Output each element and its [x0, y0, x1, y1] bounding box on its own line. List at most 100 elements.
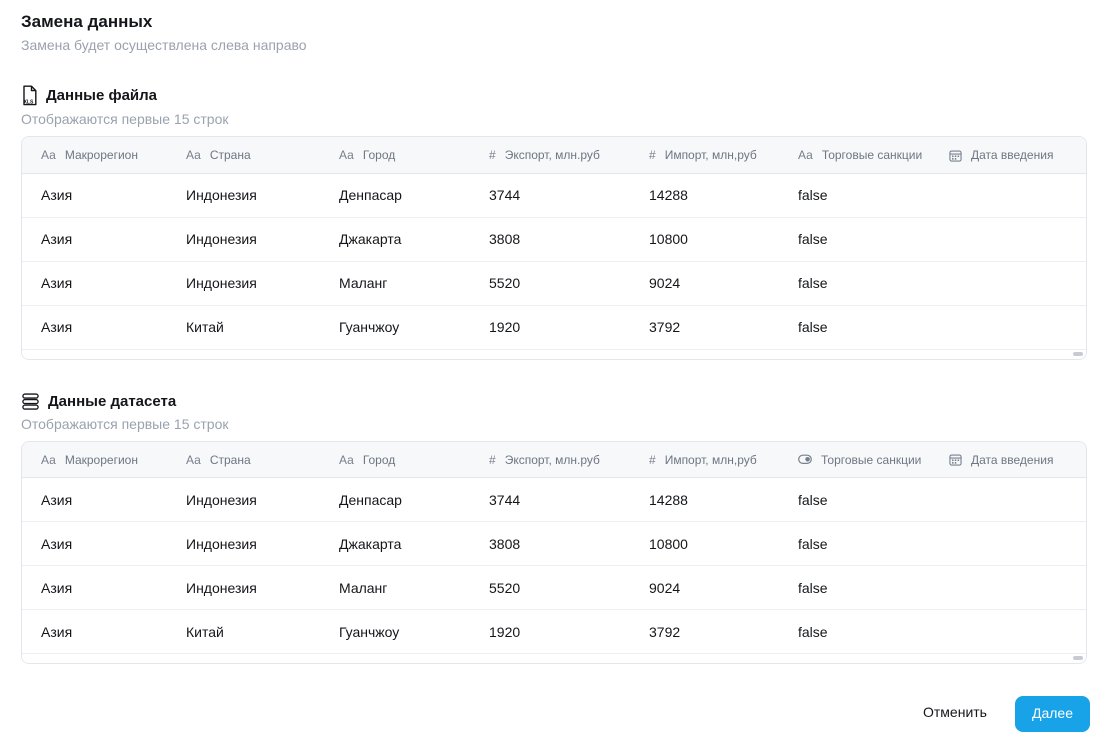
cancel-button[interactable]: Отменить	[921, 696, 989, 728]
column-header: Аа Макрорегион	[22, 137, 167, 173]
table-cell: Джакарта	[320, 217, 470, 261]
number-type-icon: #	[649, 453, 656, 467]
column-header-label: Экспорт, млн.руб	[505, 148, 600, 162]
table-header-row: Аа Макрорегион Аа Страна Аа Город # Экспорт, мл…	[22, 442, 1086, 478]
table-cell: Индонезия	[167, 566, 320, 610]
table-cell: Азия	[22, 217, 167, 261]
file-data-section: XLS Данные файла Отображаются первые 15 …	[21, 85, 1087, 360]
column-header-label: Макрорегион	[65, 148, 138, 162]
table-cell	[930, 305, 1086, 349]
text-type-icon: Аа	[41, 453, 56, 467]
section-title: Данные файла	[46, 87, 157, 104]
table-cell: 3792	[630, 305, 779, 349]
table-cell: 14288	[630, 478, 779, 522]
dataset-table-container: Аа Макрорегион Аа Страна Аа Город # Экспорт, мл…	[21, 441, 1087, 665]
table-row: АзияКитайГуанчжоу19203792false	[22, 305, 1086, 349]
table-cell: Индонезия	[167, 261, 320, 305]
dataset-icon	[21, 392, 40, 411]
table-cell: false	[779, 610, 930, 654]
text-type-icon: Аа	[186, 453, 201, 467]
table-scroll-area	[22, 654, 1086, 663]
table-cell: 5520	[470, 261, 630, 305]
table-cell: Китай	[167, 305, 320, 349]
table-cell: 9024	[630, 566, 779, 610]
table-row: АзияИндонезияДжакарта380810800false	[22, 522, 1086, 566]
column-header-label: Торговые санкции	[822, 148, 922, 162]
column-header: # Экспорт, млн.руб	[470, 137, 630, 173]
table-scroll-area	[22, 350, 1086, 359]
scrollbar-thumb[interactable]	[1073, 352, 1083, 356]
next-button[interactable]: Далее	[1015, 696, 1090, 732]
table-cell: Азия	[22, 261, 167, 305]
column-header: Аа Торговые санкции	[779, 137, 930, 173]
table-cell: Азия	[22, 478, 167, 522]
table-cell: 10800	[630, 217, 779, 261]
table-cell: false	[779, 478, 930, 522]
column-header-label: Торговые санкции	[821, 453, 921, 467]
table-cell: 9024	[630, 261, 779, 305]
table-cell: 3792	[630, 610, 779, 654]
table-cell: 14288	[630, 173, 779, 217]
table-cell: Гуанчжоу	[320, 305, 470, 349]
text-type-icon: Аа	[41, 148, 56, 162]
table-row: АзияИндонезияДжакарта380810800false	[22, 217, 1086, 261]
column-header-label: Импорт, млн,руб	[665, 453, 757, 467]
table-cell: Азия	[22, 173, 167, 217]
column-header: Дата введения	[930, 442, 1086, 478]
table-cell: Гуанчжоу	[320, 610, 470, 654]
table-cell: Азия	[22, 522, 167, 566]
replace-data-dialog: Замена данных Замена будет осуществлена …	[0, 0, 1117, 664]
text-type-icon: Аа	[798, 148, 813, 162]
table-cell: Индонезия	[167, 173, 320, 217]
table-row: АзияКитайГуанчжоу19203792false	[22, 610, 1086, 654]
section-subtitle: Отображаются первые 15 строк	[21, 416, 1087, 432]
text-type-icon: Аа	[339, 148, 354, 162]
number-type-icon: #	[489, 453, 496, 467]
column-header: АаСтрана	[167, 137, 320, 173]
column-header-label: Страна	[210, 148, 251, 162]
column-header-label: Страна	[210, 453, 251, 467]
table-cell	[930, 478, 1086, 522]
boolean-type-icon	[798, 454, 812, 465]
table-cell: Джакарта	[320, 522, 470, 566]
page-subtitle: Замена будет осуществлена слева направо	[21, 37, 1087, 53]
table-cell: Индонезия	[167, 217, 320, 261]
column-header: # Импорт, млн,руб	[630, 442, 779, 478]
text-type-icon: Аа	[339, 453, 354, 467]
calendar-icon	[949, 453, 962, 466]
table-cell: 3744	[470, 478, 630, 522]
table-cell	[930, 610, 1086, 654]
column-header: #Импорт, млн,руб	[630, 137, 779, 173]
table-row: АзияИндонезияДенпасар374414288false	[22, 173, 1086, 217]
table-cell: Маланг	[320, 261, 470, 305]
column-header: Аа Город	[320, 442, 470, 478]
table-cell: Азия	[22, 566, 167, 610]
table-cell	[930, 566, 1086, 610]
column-header-label: Город	[363, 453, 395, 467]
dialog-footer: Отменить Далее	[921, 696, 1090, 730]
dataset-data-section: Данные датасета Отображаются первые 15 с…	[21, 392, 1087, 665]
table-cell: false	[779, 305, 930, 349]
column-header-label: Макрорегион	[65, 453, 138, 467]
table-cell	[930, 217, 1086, 261]
scrollbar-thumb[interactable]	[1073, 656, 1083, 660]
xls-file-icon: XLS	[21, 85, 38, 106]
number-type-icon: #	[649, 148, 656, 162]
section-subtitle: Отображаются первые 15 строк	[21, 111, 1087, 127]
svg-text:XLS: XLS	[24, 99, 34, 105]
table-cell: false	[779, 261, 930, 305]
column-header-label: Экспорт, млн.руб	[505, 453, 600, 467]
table-cell	[930, 522, 1086, 566]
table-cell: Денпасар	[320, 478, 470, 522]
column-header: Торговые санкции	[779, 442, 930, 478]
column-header-label: Город	[363, 148, 395, 162]
number-type-icon: #	[489, 148, 496, 162]
table-row: АзияИндонезияМаланг55209024false	[22, 261, 1086, 305]
table-cell: false	[779, 173, 930, 217]
table-cell: Индонезия	[167, 478, 320, 522]
file-table-container: АаМакрорегионАаСтранаАаГород#Экспорт, мл…	[21, 136, 1087, 360]
section-title: Данные датасета	[48, 393, 176, 410]
table-cell: 3808	[470, 522, 630, 566]
column-header: # Экспорт, млн.руб	[470, 442, 630, 478]
table-cell: 10800	[630, 522, 779, 566]
